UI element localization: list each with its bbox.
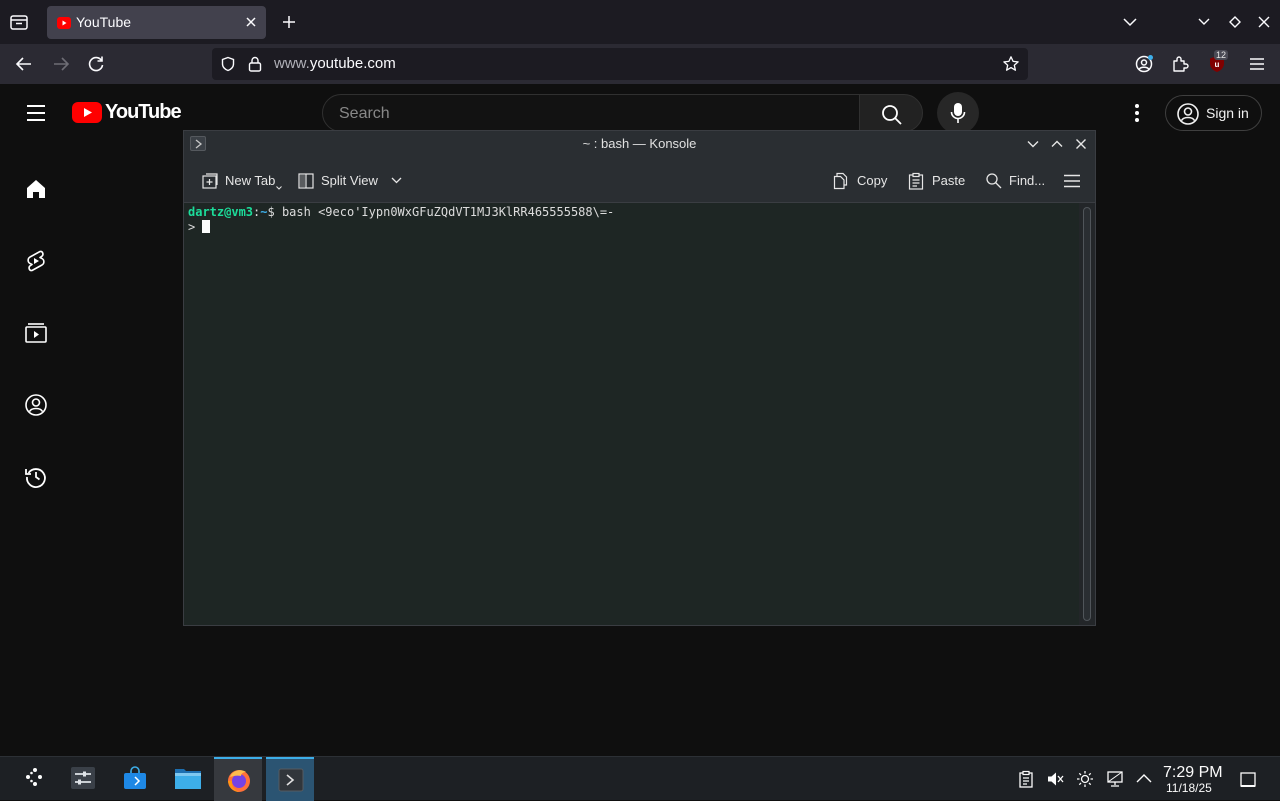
search-icon: [882, 105, 902, 125]
paste-button[interactable]: Paste: [907, 172, 969, 190]
copy-button[interactable]: Copy: [832, 172, 892, 190]
back-arrow-icon[interactable]: [14, 54, 34, 74]
ublock-count-badge: 12: [1214, 50, 1229, 60]
youtube-logo-icon[interactable]: [72, 102, 102, 123]
browser-navigation-bar: www.youtube.com u 12: [0, 44, 1280, 84]
split-view-label: Split View: [321, 173, 378, 188]
window-maximize-icon[interactable]: [1228, 15, 1242, 29]
new-tab-dropdown-icon[interactable]: [276, 186, 282, 190]
app-menu-icon[interactable]: [1247, 54, 1267, 74]
extensions-puzzle-icon[interactable]: [1170, 54, 1190, 74]
konsole-toolbar: New Tab Split View Copy Paste Find...: [184, 157, 1095, 203]
search-placeholder: Search: [339, 105, 390, 122]
youtube-logo-text[interactable]: YouTube: [105, 101, 182, 124]
window-minimize-icon[interactable]: [1197, 15, 1211, 29]
close-tab-icon[interactable]: [244, 15, 258, 29]
konsole-titlebar[interactable]: ~ : bash — Konsole: [184, 131, 1095, 157]
clipboard-icon[interactable]: [1017, 770, 1035, 788]
terminal-icon: [278, 768, 304, 792]
find-button[interactable]: Find...: [985, 172, 1049, 190]
search-input[interactable]: Search: [322, 94, 860, 132]
bookmark-star-icon[interactable]: [1002, 55, 1020, 73]
url-text: www.youtube.com: [274, 55, 396, 72]
shorts-icon[interactable]: [24, 249, 48, 273]
history-icon[interactable]: [24, 465, 48, 489]
terminal-continuation-line: >: [188, 220, 211, 235]
dolphin-files-button[interactable]: [162, 757, 210, 801]
new-tab-label: New Tab: [225, 173, 276, 188]
you-icon[interactable]: [24, 393, 48, 417]
steamdeck-launcher-icon: [26, 768, 42, 786]
find-search-icon: [986, 173, 1002, 189]
show-desktop-icon[interactable]: [1239, 771, 1257, 789]
show-hidden-icons-chevron-up-icon[interactable]: [1135, 770, 1153, 788]
reload-icon[interactable]: [86, 54, 106, 74]
terminal-scrollbar[interactable]: [1079, 203, 1095, 625]
youtube-favicon-icon: [57, 17, 71, 29]
brightness-icon[interactable]: [1076, 770, 1094, 788]
settings-sliders-icon: [71, 767, 95, 789]
paste-icon: [908, 172, 924, 190]
network-wired-icon[interactable]: [1106, 770, 1124, 788]
svg-text:u: u: [1215, 60, 1220, 69]
terminal-display[interactable]: dartz@vm3:~$ bash <9eco'Iypn0WxGFuZQdVT1…: [184, 203, 1079, 625]
firefox-taskbar-button[interactable]: [214, 757, 262, 801]
new-tab-plus-icon: [202, 173, 218, 189]
find-label: Find...: [1009, 173, 1046, 188]
application-launcher-button[interactable]: [10, 757, 58, 801]
account-circle-icon: [1177, 103, 1199, 125]
search-button[interactable]: [859, 94, 923, 132]
volume-muted-icon[interactable]: [1046, 770, 1064, 788]
konsole-taskbar-button[interactable]: [266, 757, 314, 801]
tab-title: YouTube: [76, 14, 132, 30]
list-all-tabs-icon[interactable]: [1122, 15, 1138, 29]
discover-store-button[interactable]: [110, 757, 158, 801]
konsole-window[interactable]: ~ : bash — Konsole New Tab Split View Co…: [183, 130, 1096, 626]
firefox-view-icon[interactable]: [8, 11, 30, 33]
shopping-bag-icon: [124, 766, 146, 789]
konsole-minimize-icon[interactable]: [1026, 137, 1040, 151]
split-view-button[interactable]: Split View: [297, 172, 403, 190]
split-view-chevron-down-icon[interactable]: [391, 177, 402, 184]
sign-in-button[interactable]: Sign in: [1165, 95, 1262, 131]
microphone-icon: [950, 103, 966, 123]
konsole-maximize-icon[interactable]: [1050, 137, 1064, 151]
paste-label: Paste: [932, 173, 966, 188]
browser-tab-strip: YouTube: [0, 0, 1280, 44]
address-bar[interactable]: www.youtube.com: [212, 48, 1028, 80]
scrollbar-track[interactable]: [1083, 207, 1091, 621]
guide-menu-icon[interactable]: [26, 104, 46, 122]
more-options-icon[interactable]: [1134, 103, 1140, 123]
split-view-icon: [298, 173, 314, 189]
copy-label: Copy: [857, 173, 888, 188]
window-close-icon[interactable]: [1257, 15, 1271, 29]
browser-tab-youtube[interactable]: YouTube: [47, 6, 266, 39]
firefox-icon: [228, 770, 250, 792]
new-tab-icon[interactable]: [281, 14, 297, 30]
tracking-protection-shield-icon[interactable]: [220, 56, 236, 72]
copy-icon: [833, 172, 848, 190]
hamburger-menu-icon[interactable]: [1063, 174, 1081, 188]
terminal-cursor: [202, 220, 211, 233]
account-icon[interactable]: [1134, 54, 1154, 74]
folder-icon: [175, 769, 201, 789]
clock-date[interactable]: 11/18/25: [1166, 781, 1212, 795]
subscriptions-icon[interactable]: [24, 321, 48, 345]
terminal-command-line: dartz@vm3:~$ bash <9eco'Iypn0WxGFuZQdVT1…: [188, 205, 615, 219]
forward-arrow-icon[interactable]: [51, 54, 71, 74]
sign-in-label: Sign in: [1206, 105, 1249, 121]
voice-search-button[interactable]: [937, 92, 979, 134]
konsole-close-icon[interactable]: [1074, 137, 1088, 151]
new-tab-button[interactable]: New Tab: [201, 172, 283, 190]
home-icon[interactable]: [24, 177, 48, 201]
system-settings-button[interactable]: [58, 757, 106, 801]
lock-icon[interactable]: [248, 56, 262, 72]
konsole-window-title: ~ : bash — Konsole: [582, 136, 697, 151]
clock-time[interactable]: 7:29 PM: [1163, 764, 1223, 782]
taskbar: 7:29 PM 11/18/25: [0, 756, 1280, 801]
